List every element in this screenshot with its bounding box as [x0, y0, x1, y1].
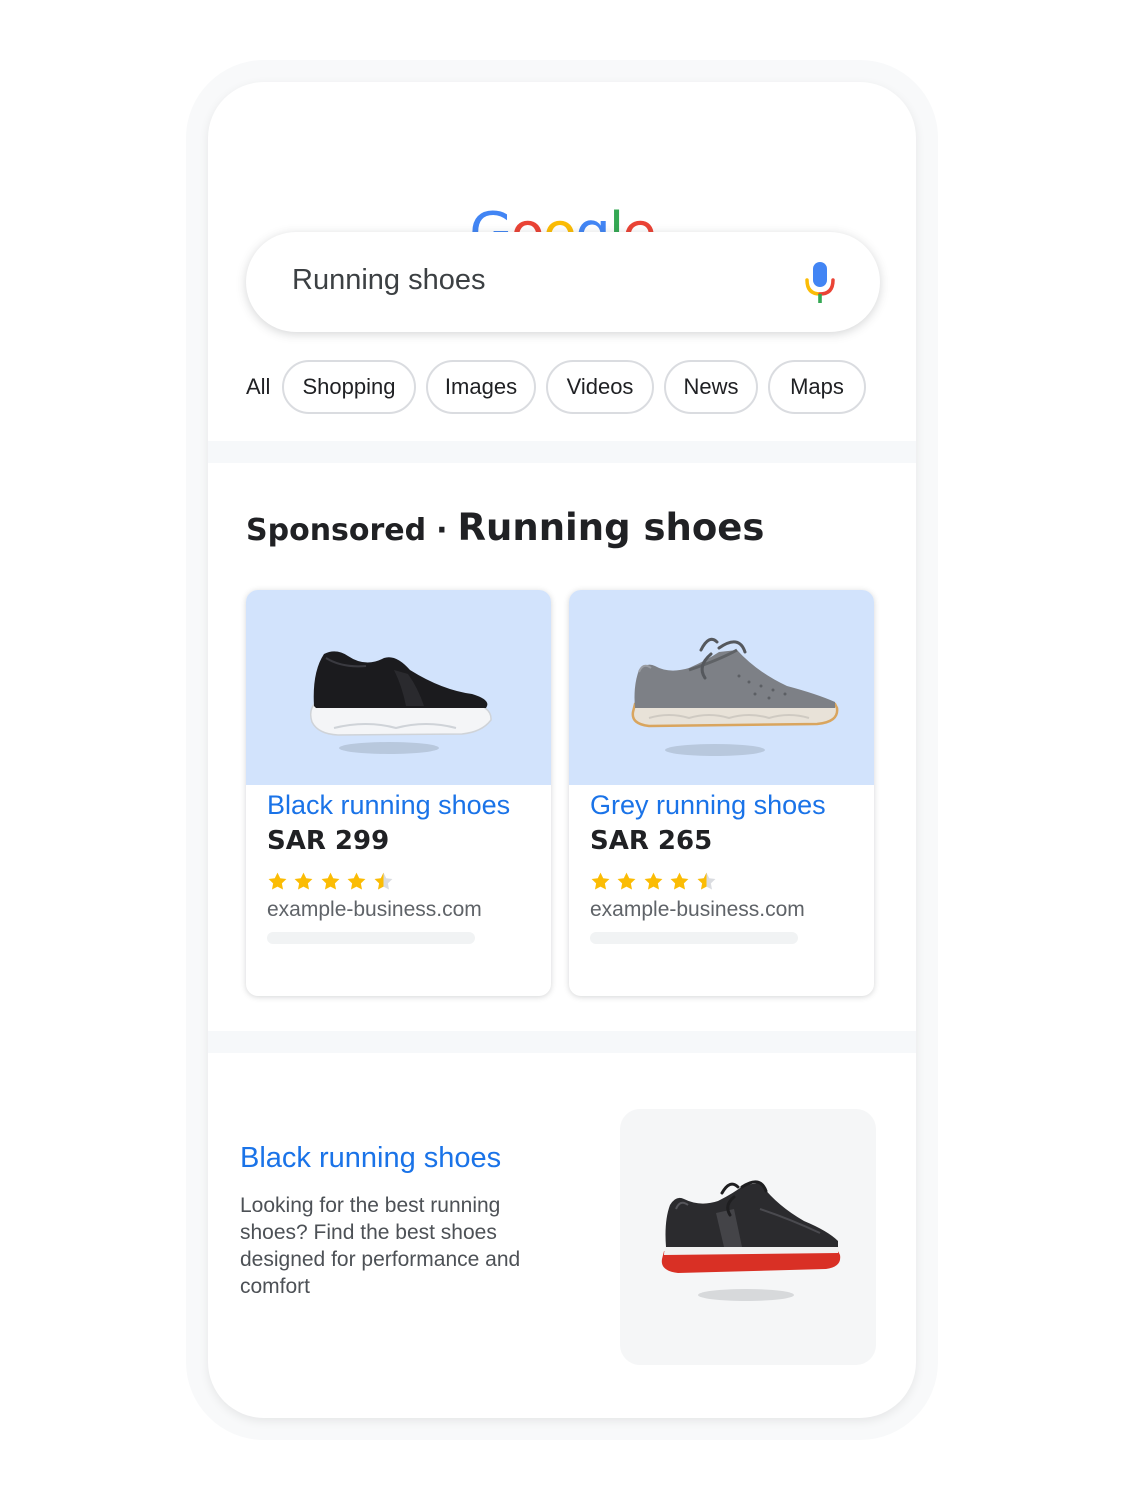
star-full-icon: [644, 872, 663, 890]
star-full-icon: [268, 872, 287, 890]
product-price: SAR 265: [590, 826, 713, 856]
star-full-icon: [295, 872, 313, 890]
star-rating: [590, 871, 718, 897]
tab-all[interactable]: All: [246, 360, 270, 414]
star-full-icon: [591, 872, 610, 890]
separator-dot: ·: [436, 513, 448, 548]
product-image[interactable]: [569, 590, 874, 785]
mic-icon[interactable]: [804, 260, 836, 304]
result-title-link[interactable]: Black running shoes: [240, 1142, 501, 1175]
product-card[interactable]: Grey running shoes SAR 265 example-busin…: [569, 590, 874, 996]
sponsored-query: Running shoes: [457, 506, 765, 549]
product-domain: example-business.com: [267, 898, 482, 921]
sponsored-label: Sponsored: [246, 513, 427, 548]
tab-news[interactable]: News: [664, 360, 758, 414]
black-red-running-shoe-icon: [661, 1180, 841, 1301]
black-slip-on-shoe-icon: [309, 651, 492, 754]
product-title-link[interactable]: Grey running shoes: [590, 790, 826, 821]
result-thumbnail[interactable]: [620, 1109, 876, 1365]
tab-videos[interactable]: Videos: [546, 360, 654, 414]
star-rating: [267, 871, 395, 897]
tab-maps[interactable]: Maps: [768, 360, 866, 414]
result-description: Looking for the best running shoes? Find…: [240, 1194, 521, 1298]
product-price: SAR 299: [267, 826, 390, 856]
tab-shopping[interactable]: Shopping: [282, 360, 416, 414]
star-full-icon: [618, 872, 636, 890]
section-divider: [208, 441, 916, 463]
star-full-icon: [670, 872, 689, 890]
product-image[interactable]: [246, 590, 551, 785]
star-half-icon: [697, 872, 716, 890]
phone-screen: Google Running shoes All Shopping Images…: [208, 82, 916, 1418]
product-card[interactable]: Black running shoes SAR 299 example-busi…: [246, 590, 551, 996]
star-full-icon: [321, 872, 340, 890]
search-bar[interactable]: Running shoes: [246, 232, 880, 332]
placeholder-line: [267, 932, 475, 944]
tab-images[interactable]: Images: [426, 360, 536, 414]
section-divider: [208, 1031, 916, 1053]
product-title-link[interactable]: Black running shoes: [267, 790, 510, 821]
sponsored-heading: Sponsored · Running shoes: [246, 506, 764, 549]
product-domain: example-business.com: [590, 898, 805, 921]
grey-lace-up-shoe-icon: [631, 637, 839, 756]
placeholder-line: [590, 932, 798, 944]
star-full-icon: [347, 872, 366, 890]
star-half-icon: [374, 872, 393, 890]
search-input[interactable]: Running shoes: [292, 264, 485, 297]
